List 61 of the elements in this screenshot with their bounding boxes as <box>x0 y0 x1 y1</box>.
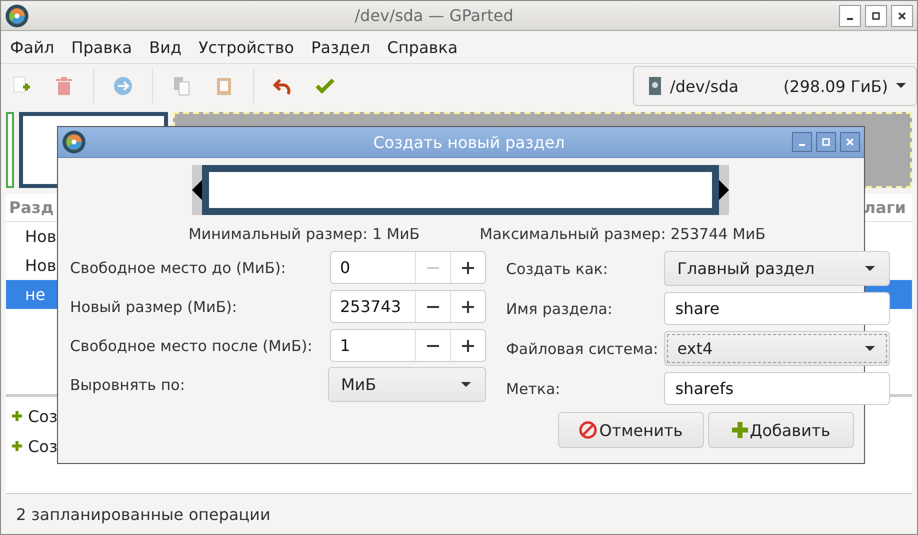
minus-icon <box>427 266 439 268</box>
plus-icon <box>462 300 474 312</box>
caret-icon <box>461 382 471 388</box>
min-size-label: Минимальный размер: 1 МиБ <box>188 225 420 243</box>
plus-icon <box>12 441 22 451</box>
operation-item: Соз <box>28 436 58 456</box>
partition-resizer[interactable] <box>192 165 729 215</box>
close-icon <box>846 138 854 146</box>
field-label: Выровнять по: <box>70 376 186 394</box>
input-field[interactable]: share <box>664 292 890 325</box>
field-label: Создать как: <box>506 260 609 278</box>
status-text: 2 запланированные операции <box>16 504 270 524</box>
spin-field[interactable]: 253743 <box>330 290 486 323</box>
input-field[interactable]: sharefs <box>664 372 890 405</box>
app-logo-icon <box>5 4 29 28</box>
operation-item: Соз <box>28 406 58 426</box>
menu-item[interactable]: Вид <box>149 38 182 56</box>
add-button[interactable]: Добавить <box>708 412 854 448</box>
minus-icon <box>427 306 439 308</box>
menu-item[interactable]: Правка <box>71 38 132 56</box>
max-size-label: Максимальный размер: 253744 МиБ <box>480 225 766 243</box>
caret-icon <box>896 83 906 89</box>
field-label: Новый размер (МиБ): <box>70 298 238 316</box>
minimize-icon <box>799 144 805 146</box>
plus-icon <box>12 411 22 421</box>
menu-item[interactable]: Файл <box>10 38 54 56</box>
menu-item[interactable]: Раздел <box>311 38 370 56</box>
close-icon <box>898 12 906 20</box>
spin-field[interactable]: 0 <box>330 251 486 284</box>
maximize-icon <box>872 12 880 20</box>
field-label: Свободное место после (МиБ): <box>70 336 314 354</box>
device-selector[interactable]: /dev/sda (298.09 ГиБ) <box>633 66 917 106</box>
cancel-icon <box>579 421 598 439</box>
field-label: Имя раздела: <box>506 300 614 318</box>
caret-icon <box>865 266 876 272</box>
maximize-button[interactable] <box>865 4 887 26</box>
partition-block[interactable] <box>6 112 14 188</box>
caret-icon <box>865 346 876 352</box>
field-label: Метка: <box>506 380 562 398</box>
dialog-title: Создать новый раздел <box>372 132 566 152</box>
minimize-button[interactable] <box>839 4 861 26</box>
plus-icon <box>462 262 474 274</box>
window-title: /dev/sda — GParted <box>354 6 514 25</box>
plus-icon <box>732 422 748 438</box>
menu-item[interactable]: Справка <box>387 38 458 56</box>
close-button[interactable] <box>891 4 913 26</box>
column-header[interactable]: Разд <box>9 198 54 217</box>
minus-icon <box>427 344 439 346</box>
spin-field[interactable]: 1 <box>330 329 486 362</box>
cancel-button[interactable]: Отменить <box>558 412 704 448</box>
field-label: Файловая система: <box>506 340 658 358</box>
align-dropdown[interactable]: МиБ <box>328 367 486 402</box>
plus-icon <box>462 340 474 352</box>
menu-item[interactable]: Устройство <box>198 38 294 56</box>
dropdown[interactable]: Главный раздел <box>664 251 890 286</box>
app-logo-icon <box>62 130 86 154</box>
column-header[interactable]: лаги <box>864 198 906 217</box>
minimize-icon <box>847 18 853 20</box>
maximize-icon <box>822 138 830 146</box>
field-label: Свободное место до (МиБ): <box>70 258 287 276</box>
dropdown[interactable]: ext4 <box>664 331 890 366</box>
